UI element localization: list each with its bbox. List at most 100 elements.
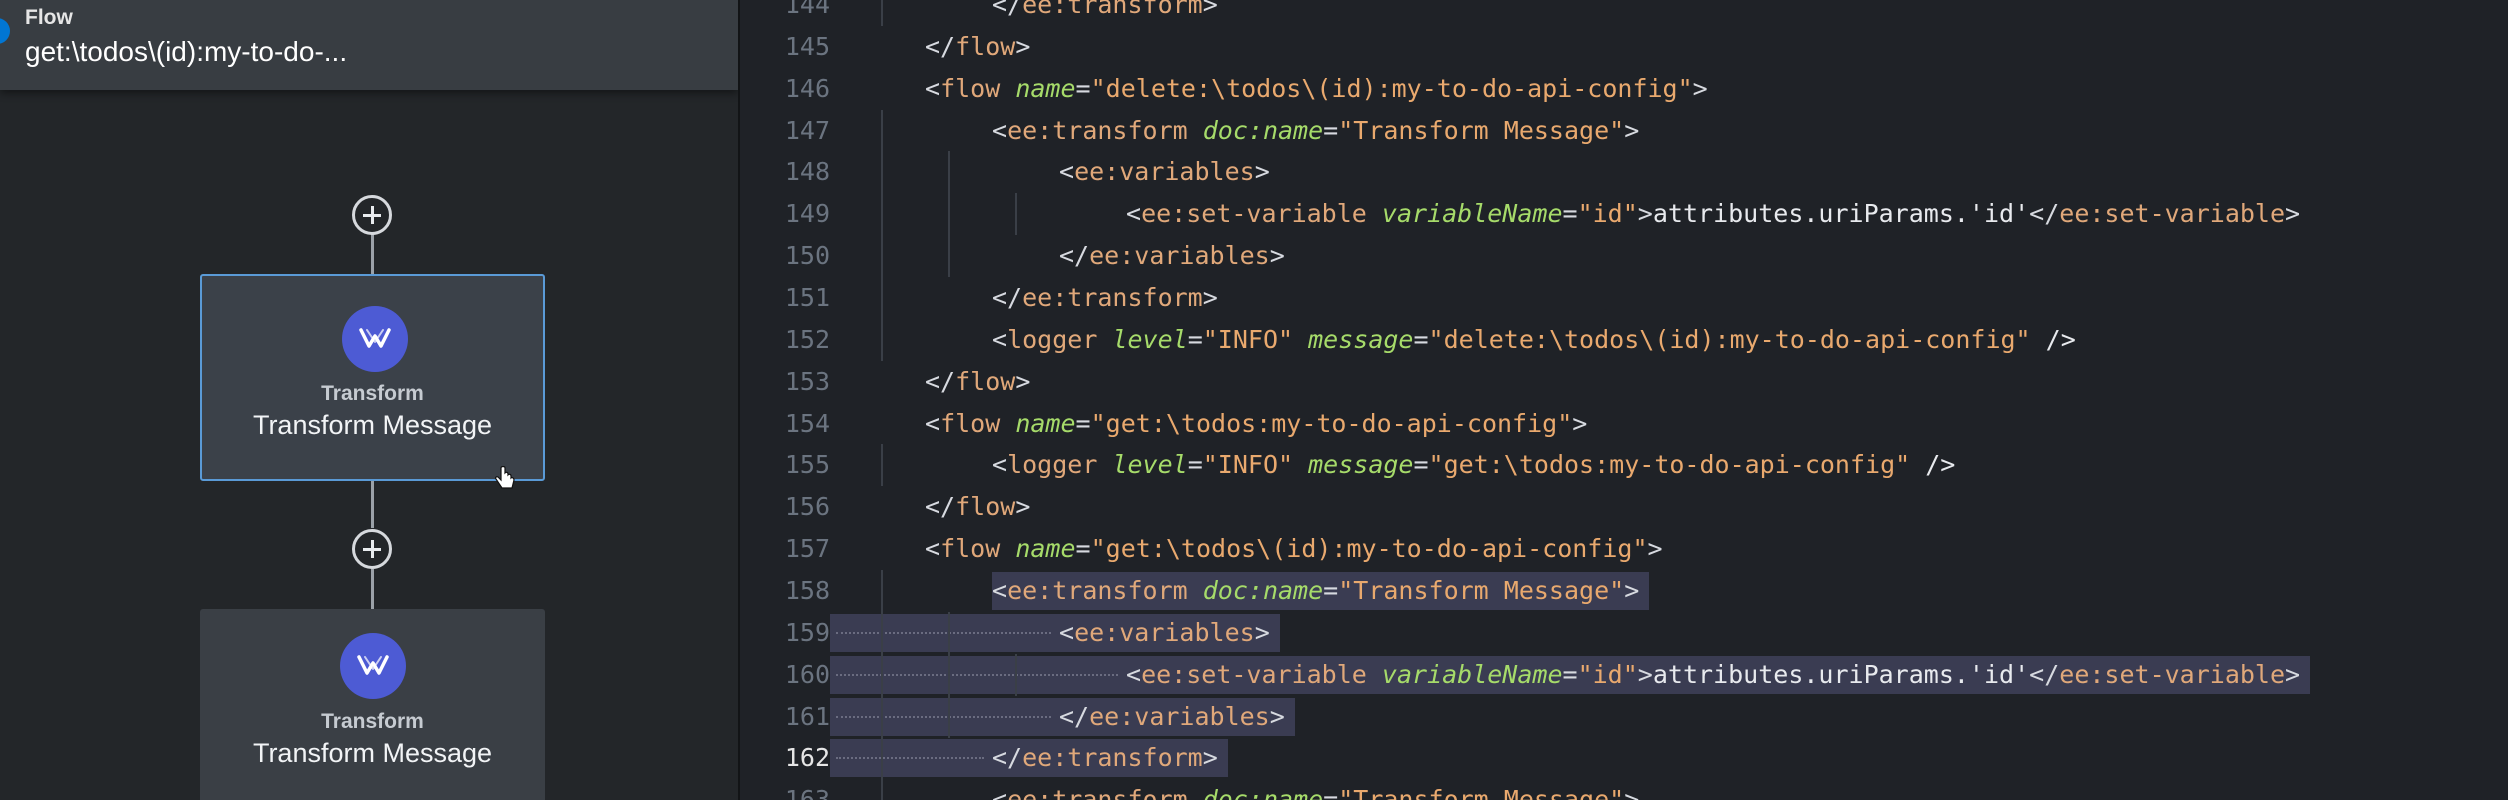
code-text[interactable]: <flow name="get:\todos\(id):my-to-do-api…	[925, 528, 1663, 570]
connector-line	[371, 232, 374, 274]
code-text[interactable]: </ee:transform>	[992, 737, 1218, 779]
whitespace-dots	[836, 757, 984, 761]
indent-guide	[881, 611, 883, 654]
line-number: 149	[784, 199, 830, 229]
code-text[interactable]: </ee:transform>	[992, 277, 1218, 319]
code-text[interactable]: <ee:transform doc:name="Transform Messag…	[992, 779, 1639, 800]
line-number: 150	[784, 241, 830, 271]
code-text[interactable]: <flow name="delete:\todos\(id):my-to-do-…	[925, 68, 1708, 110]
code-text[interactable]: <ee:set-variable variableName="id">attri…	[1126, 193, 2300, 235]
whitespace-dots	[836, 673, 1118, 678]
line-number: 155	[784, 450, 830, 480]
code-line[interactable]: 149 <ee:set-variable variableName="id">at…	[740, 193, 2508, 236]
code-text[interactable]: <ee:transform doc:name="Transform Messag…	[992, 570, 1639, 612]
code-text[interactable]: <ee:variables>	[1059, 612, 1270, 654]
transform-message-card[interactable]: Transform Transform Message	[200, 274, 545, 481]
code-text[interactable]: </ee:variables>	[1059, 696, 1285, 738]
indent-guide	[881, 193, 883, 236]
indent-guide	[948, 695, 950, 738]
line-number: 153	[784, 366, 830, 396]
code-line[interactable]: 163 <ee:transform doc:name="Transform Mes…	[740, 779, 2508, 800]
code-line[interactable]: 148 <ee:variables>	[740, 151, 2508, 194]
code-line[interactable]: 160 <ee:set-variable variableName="id">at…	[740, 653, 2508, 696]
indent-guide	[881, 653, 883, 696]
xml-code-editor[interactable]: 144 </ee:transform> 145 </flow> 146 <flow nam…	[740, 0, 2508, 800]
line-number: 161	[784, 701, 830, 731]
indent-guide	[881, 695, 883, 738]
code-line[interactable]: 157 <flow name="get:\todos\(id):my-to-do-…	[740, 528, 2508, 570]
line-number: 156	[784, 492, 830, 522]
code-line[interactable]: 156 </flow>	[740, 486, 2508, 528]
code-line[interactable]: 150 </ee:variables>	[740, 235, 2508, 278]
add-component-plus-icon[interactable]	[352, 195, 392, 235]
indent-guide	[881, 277, 883, 320]
indent-guide	[948, 151, 950, 194]
indent-guide	[881, 318, 883, 361]
indent-guide	[948, 235, 950, 278]
card-component-name: Transform Message	[252, 410, 493, 440]
line-number: 145	[784, 31, 830, 61]
code-line[interactable]: 155 <logger level="INFO" message="get:\to…	[740, 444, 2508, 487]
line-number: 159	[784, 617, 830, 647]
code-line[interactable]: 154 <flow name="get:\todos:my-to-do-api-c…	[740, 403, 2508, 445]
line-number: 160	[784, 659, 830, 689]
line-number: 157	[784, 534, 830, 564]
line-number: 148	[784, 157, 830, 187]
line-number: 146	[784, 73, 830, 103]
code-text[interactable]: <ee:transform doc:name="Transform Messag…	[992, 110, 1639, 152]
indent-guide	[881, 235, 883, 278]
code-line[interactable]: 145 </flow>	[740, 26, 2508, 68]
flow-header-kind: Flow	[25, 6, 73, 29]
code-text[interactable]: </flow>	[925, 26, 1030, 68]
code-line[interactable]: 147 <ee:transform doc:name="Transform Mes…	[740, 109, 2508, 152]
line-number: 163	[784, 785, 830, 800]
code-line[interactable]: 151 </ee:transform>	[740, 277, 2508, 320]
code-text[interactable]: </flow>	[925, 361, 1030, 403]
code-text[interactable]: </flow>	[925, 486, 1030, 528]
flow-header[interactable]: Flow get:\todos\(id):my-to-do-...	[0, 0, 738, 90]
code-text[interactable]: </ee:transform>	[992, 0, 1218, 26]
code-line[interactable]: 159 <ee:variables>	[740, 611, 2508, 654]
code-text[interactable]: </ee:variables>	[1059, 235, 1285, 277]
indent-guide	[881, 0, 883, 26]
line-number: 147	[784, 115, 830, 145]
code-line[interactable]: 162 </ee:transform>	[740, 737, 2508, 780]
code-line[interactable]: 153 </flow>	[740, 361, 2508, 403]
code-line[interactable]: 161 </ee:variables>	[740, 695, 2508, 738]
indent-guide	[1015, 193, 1017, 236]
code-text[interactable]: <flow name="get:\todos:my-to-do-api-conf…	[925, 403, 1587, 445]
dataweave-transform-icon	[342, 306, 408, 372]
whitespace-dots	[836, 631, 1051, 636]
code-text[interactable]: <ee:set-variable variableName="id">attri…	[1126, 654, 2300, 696]
indent-guide	[881, 570, 883, 613]
transform-message-card[interactable]: Transform Transform Message	[200, 609, 545, 800]
line-number: 162	[784, 743, 830, 773]
indent-guide	[881, 151, 883, 194]
line-number: 158	[784, 576, 830, 606]
code-line[interactable]: 158 <ee:transform doc:name="Transform Mes…	[740, 570, 2508, 613]
line-number: 144	[784, 0, 830, 19]
code-line[interactable]: 152 <logger level="INFO" message="delete:…	[740, 318, 2508, 361]
indent-guide	[1015, 653, 1017, 696]
code-text[interactable]: <ee:variables>	[1059, 151, 1270, 193]
add-component-plus-icon[interactable]	[352, 529, 392, 569]
flow-header-title: get:\todos\(id):my-to-do-...	[25, 36, 348, 67]
line-number: 154	[784, 408, 830, 438]
indent-guide	[948, 611, 950, 654]
code-line[interactable]: 146 <flow name="delete:\todos\(id):my-to-…	[740, 68, 2508, 110]
code-text[interactable]: <logger level="INFO" message="get:\todos…	[992, 444, 1955, 486]
indent-guide	[881, 109, 883, 152]
indent-guide	[881, 444, 883, 487]
card-component-name: Transform Message	[252, 738, 493, 768]
line-number: 151	[784, 283, 830, 313]
indent-guide	[948, 193, 950, 236]
code-line[interactable]: 144 </ee:transform>	[740, 0, 2508, 26]
card-component-type: Transform	[321, 382, 424, 405]
code-text[interactable]: <logger level="INFO" message="delete:\to…	[992, 319, 2076, 361]
indent-guide	[948, 653, 950, 696]
flow-indicator-icon	[0, 18, 10, 44]
indent-guide	[881, 737, 883, 780]
connector-line	[371, 481, 374, 528]
connector-line	[371, 569, 374, 609]
line-number: 152	[784, 324, 830, 354]
